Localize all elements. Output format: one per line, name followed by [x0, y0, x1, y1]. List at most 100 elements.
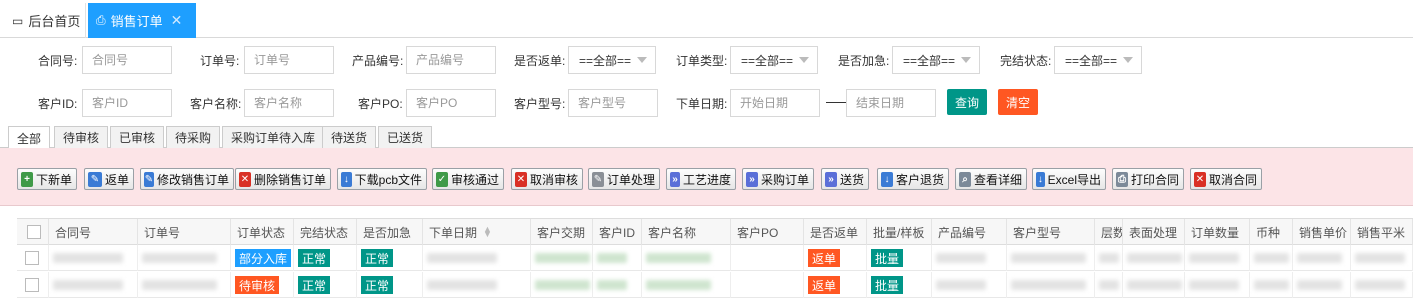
toolbar-button[interactable]: ✕ 删除销售订单 — [235, 168, 331, 190]
tab-purchase-pending-storage[interactable]: 采购订单待入库 — [222, 126, 325, 148]
tab-reviewed[interactable]: 已审核 — [110, 126, 165, 148]
column-header[interactable]: 客户PO — [731, 219, 804, 245]
tab-delivered[interactable]: 已送货 — [378, 126, 433, 148]
column-header[interactable]: 层数 — [1095, 219, 1123, 245]
toolbar-button[interactable]: ✎ 修改销售订单 — [140, 168, 234, 190]
table-cell — [1123, 272, 1185, 298]
customer-model-input[interactable] — [568, 89, 658, 117]
customer-po-input[interactable] — [406, 89, 496, 117]
column-header[interactable]: 完结状态 — [294, 219, 357, 245]
redacted-value — [1127, 280, 1182, 290]
table-row[interactable]: 部分入库 正常 正常 返单 批量 — [17, 245, 1413, 271]
status-badge: 正常 — [361, 276, 394, 294]
redacted-value — [646, 253, 711, 263]
toolbar-button[interactable]: ✎ 订单处理 — [588, 168, 660, 190]
customer-name-filter: 客户名称: — [190, 88, 334, 118]
table-cell: 部分入库 — [231, 245, 294, 271]
magnifier-icon: ⌕ — [959, 171, 971, 187]
customer-id-input[interactable] — [82, 89, 172, 117]
column-header[interactable]: 是否加急 — [357, 219, 423, 245]
toolbar-button[interactable]: + 下新单 — [17, 168, 77, 190]
select-all-checkbox[interactable] — [27, 225, 41, 239]
product-no-input[interactable] — [406, 46, 496, 74]
table-cell — [642, 272, 731, 298]
tab-pending-review[interactable]: 待审核 — [54, 126, 109, 148]
row-checkbox[interactable] — [25, 278, 39, 292]
clear-button[interactable]: 清空 — [998, 89, 1038, 115]
column-header[interactable]: 订单号 — [138, 219, 231, 245]
chevron-down-icon — [637, 57, 647, 63]
finish-status-select-value: ==全部== — [1065, 53, 1118, 68]
table-cell — [1250, 245, 1293, 271]
redacted-value — [53, 253, 123, 263]
toolbar-button[interactable]: ✕ 取消审核 — [511, 168, 583, 190]
customer-name-input[interactable] — [244, 89, 334, 117]
toolbar-button[interactable]: ⌕ 查看详细 — [955, 168, 1027, 190]
toolbar-button[interactable]: ↓ 客户退货 — [877, 168, 949, 190]
table-row[interactable]: 待审核 正常 正常 返单 批量 — [17, 272, 1413, 298]
tab-all[interactable]: 全部 — [8, 126, 51, 149]
table-cell — [731, 245, 804, 271]
column-header[interactable]: 下单日期 ▲ ▼ — [423, 219, 531, 245]
toolbar-button[interactable]: ↓ 下载pcb文件 — [337, 168, 427, 190]
column-header[interactable]: 币种 — [1250, 219, 1293, 245]
redacted-value — [53, 280, 123, 290]
column-header[interactable]: 客户型号 — [1007, 219, 1095, 245]
column-header-label: 下单日期 — [429, 225, 478, 240]
order-type-select[interactable]: ==全部== — [730, 46, 818, 74]
table-cell: 批量 — [867, 272, 932, 298]
tab-pending-purchase[interactable]: 待采购 — [166, 126, 221, 148]
toolbar-button[interactable]: ✎ 返单 — [84, 168, 134, 190]
toolbar-button[interactable]: ✓ 审核通过 — [432, 168, 504, 190]
order-date-filter: 下单日期: — [676, 88, 820, 118]
cancel-icon: ✕ — [515, 171, 527, 187]
column-header[interactable]: 订单数量 — [1185, 219, 1250, 245]
contract-no-input[interactable] — [82, 46, 172, 74]
end-date-input[interactable] — [846, 89, 936, 117]
table-cell — [593, 245, 642, 271]
column-header[interactable]: 销售单价 — [1293, 219, 1351, 245]
table-cell: 正常 — [294, 245, 357, 271]
toolbar-button[interactable]: » 送货 — [821, 168, 869, 190]
close-icon[interactable]: ✕ — [171, 12, 183, 29]
column-header[interactable]: 订单状态 — [231, 219, 294, 245]
start-date-input[interactable] — [730, 89, 820, 117]
redacted-value — [535, 253, 590, 263]
column-header[interactable]: 销售平米 — [1351, 219, 1413, 245]
tab-pending-delivery[interactable]: 待送货 — [322, 126, 377, 148]
reorder-select[interactable]: ==全部== — [568, 46, 656, 74]
table-cell — [1095, 245, 1123, 271]
status-badge: 待审核 — [235, 276, 280, 294]
customer-id-filter: 客户ID: — [38, 88, 172, 118]
monitor-icon: ▭ — [12, 13, 24, 28]
urgent-select[interactable]: ==全部== — [892, 46, 980, 74]
column-header[interactable]: 客户ID — [593, 219, 642, 245]
tab-sales-order[interactable]: ⎙ 销售订单 ✕ — [88, 3, 196, 38]
column-header[interactable]: 客户交期▲▼ — [531, 219, 593, 245]
column-header[interactable]: 批量/样板 — [867, 219, 932, 245]
toolbar-button[interactable]: ✕ 取消合同 — [1190, 168, 1262, 190]
redacted-value — [535, 280, 590, 290]
order-no-input[interactable] — [244, 46, 334, 74]
toolbar-button[interactable]: ⎙ 打印合同 — [1112, 168, 1184, 190]
finish-status-filter: 完结状态: ==全部== — [1000, 45, 1142, 75]
table-cell — [642, 245, 731, 271]
status-badge: 正常 — [298, 276, 331, 294]
toolbar-button[interactable]: » 采购订单 — [742, 168, 814, 190]
customer-id-label: 客户ID: — [38, 96, 78, 111]
row-checkbox[interactable] — [25, 251, 39, 265]
table-cell — [138, 272, 231, 298]
tab-sales-order-label: 销售订单 — [110, 14, 163, 29]
column-header[interactable]: 产品编号 — [932, 219, 1007, 245]
column-header[interactable]: 合同号 — [49, 219, 138, 245]
toolbar-button[interactable]: » 工艺进度 — [666, 168, 736, 190]
column-header[interactable]: 客户名称 — [642, 219, 731, 245]
column-header[interactable]: 是否返单 — [804, 219, 867, 245]
sort-icon[interactable]: ▲▼ — [483, 225, 492, 239]
tab-home[interactable]: ▭ 后台首页 — [0, 3, 86, 38]
redacted-value — [1355, 253, 1405, 263]
column-header[interactable]: 表面处理 — [1123, 219, 1185, 245]
finish-status-select[interactable]: ==全部== — [1054, 46, 1142, 74]
query-button[interactable]: 查询 — [947, 89, 987, 115]
toolbar-button[interactable]: ↓ Excel导出 — [1032, 168, 1106, 190]
